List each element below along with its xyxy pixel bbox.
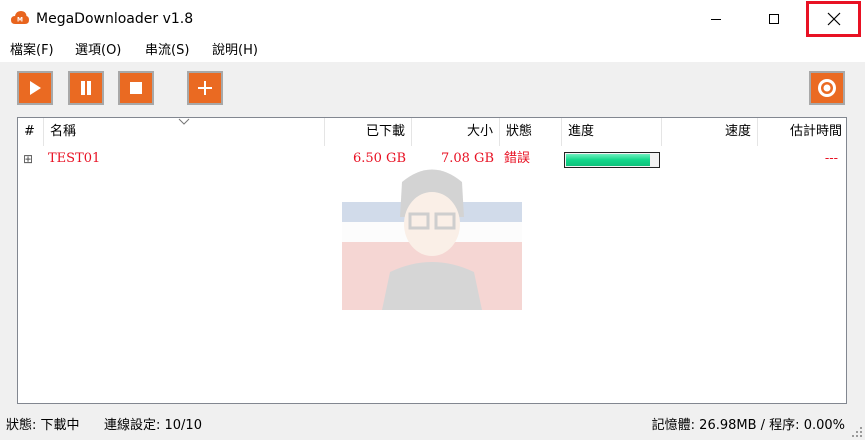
menu-bar: 檔案(F) 選項(O) 串流(S) 說明(H) bbox=[0, 38, 865, 62]
settings-icon bbox=[818, 79, 836, 97]
menu-stream[interactable]: 串流(S) bbox=[145, 42, 189, 59]
play-icon bbox=[30, 81, 41, 95]
column-header-eta[interactable]: 估計時間 bbox=[758, 118, 846, 146]
status-memory: 記憶體: 26.98MB / 程序: 0.00% bbox=[651, 418, 845, 433]
column-header-status[interactable]: 狀態 bbox=[500, 118, 562, 146]
add-icon bbox=[198, 81, 212, 95]
column-header-size[interactable]: 大小 bbox=[412, 118, 500, 146]
minimize-button[interactable] bbox=[693, 0, 739, 38]
download-list[interactable]: # 名稱 已下載 大小 狀態 進度 速度 估計時間 ⊞ TEST01 6.50 … bbox=[17, 117, 847, 404]
status-state: 狀態: 下載中 bbox=[6, 418, 80, 433]
window-title: MegaDownloader v1.8 bbox=[36, 11, 194, 27]
mega-cloud-icon: M bbox=[11, 11, 29, 24]
row-speed bbox=[662, 148, 758, 170]
toolbar bbox=[0, 62, 865, 114]
minimize-icon bbox=[711, 19, 721, 20]
menu-help[interactable]: 說明(H) bbox=[212, 42, 258, 59]
stop-icon bbox=[130, 82, 142, 94]
menu-options[interactable]: 選項(O) bbox=[75, 42, 121, 59]
close-icon bbox=[827, 12, 840, 26]
mascot-watermark-image bbox=[342, 169, 522, 310]
stop-button[interactable] bbox=[118, 71, 154, 105]
resize-grip-icon[interactable] bbox=[851, 426, 863, 438]
progress-fill bbox=[566, 154, 650, 166]
title-bar: M MegaDownloader v1.8 bbox=[0, 0, 865, 38]
maximize-icon bbox=[769, 14, 779, 24]
column-header-name[interactable]: 名稱 bbox=[44, 118, 325, 146]
close-button[interactable] bbox=[806, 1, 861, 37]
list-header: # 名稱 已下載 大小 狀態 進度 速度 估計時間 bbox=[18, 118, 846, 146]
row-name: TEST01 bbox=[48, 151, 101, 166]
svg-text:M: M bbox=[17, 17, 23, 24]
column-header-speed[interactable]: 速度 bbox=[662, 118, 758, 146]
row-eta: --- bbox=[824, 151, 838, 166]
column-header-index[interactable]: # bbox=[18, 118, 44, 146]
menu-file[interactable]: 檔案(F) bbox=[10, 42, 54, 59]
status-bar: 狀態: 下載中 連線設定: 10/10 記憶體: 26.98MB / 程序: 0… bbox=[0, 412, 865, 440]
pause-button[interactable] bbox=[68, 71, 104, 105]
status-connections: 連線設定: 10/10 bbox=[104, 418, 202, 433]
start-button[interactable] bbox=[17, 71, 53, 105]
maximize-button[interactable] bbox=[751, 0, 797, 38]
settings-button[interactable] bbox=[809, 71, 845, 105]
pause-icon bbox=[81, 81, 91, 95]
row-progress-bar bbox=[564, 152, 660, 168]
add-link-button[interactable] bbox=[187, 71, 223, 105]
column-header-progress[interactable]: 進度 bbox=[562, 118, 662, 146]
column-header-downloaded[interactable]: 已下載 bbox=[325, 118, 412, 146]
